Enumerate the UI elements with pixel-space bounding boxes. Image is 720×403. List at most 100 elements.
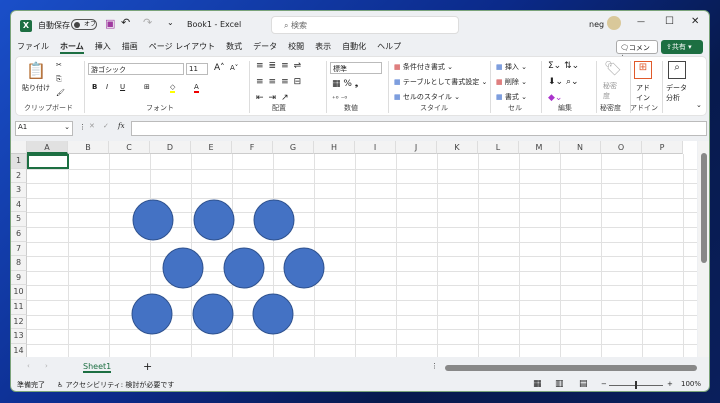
font-color-icon[interactable]: A [194,83,199,93]
horizontal-align-icons[interactable]: ≡≡≡⊟ [256,77,306,87]
insert-cells-button[interactable]: ▦ 挿入 ⌄ [496,62,527,72]
zoom-out-icon[interactable]: − [601,380,607,388]
tab-8[interactable]: 表示 [315,41,331,54]
bold-icon[interactable]: B [92,83,97,91]
tab-10[interactable]: ヘルプ [377,41,401,54]
excel-logo-icon: X [20,20,32,32]
name-box[interactable]: A1 ⌄ [15,121,73,136]
clear-icon[interactable]: ◆⌄ [548,93,562,103]
vertical-scrollbar[interactable] [698,141,709,357]
currency-percent-icons[interactable]: ▦ % ❟ [332,79,358,89]
circle-shape-7[interactable] [131,293,173,335]
vertical-scroll-thumb[interactable] [701,153,707,263]
maximize-icon[interactable]: ☐ [665,16,674,27]
circle-shape-4[interactable] [162,247,204,289]
tab-2[interactable]: 挿入 [95,41,111,54]
font-name-select[interactable]: 游ゴシック [88,63,184,75]
decrease-font-icon[interactable]: A˅ [230,64,238,72]
data-analysis-button[interactable]: データ分析 [666,83,688,103]
zoom-slider-thumb[interactable] [635,381,637,389]
comment-button[interactable]: 🗨コメント [616,40,658,62]
data-analysis-icon: ⌕ [668,61,686,79]
addins-button[interactable]: アドイン [636,83,652,103]
cut-icon[interactable]: ✂ [56,61,62,69]
close-icon[interactable]: ✕ [691,16,699,27]
sensitivity-button[interactable]: 秘密度 [603,81,619,101]
tab-7[interactable]: 校閲 [288,41,304,54]
circle-shape-3[interactable] [253,199,295,241]
add-sheet-icon[interactable]: + [143,360,152,373]
conditional-format-button[interactable]: ▦ 条件付き書式 ⌄ [394,62,453,72]
avatar[interactable] [607,16,621,30]
circle-shape-2[interactable] [193,199,235,241]
cancel-icon[interactable]: ✕ [89,122,95,130]
tab-1[interactable]: ホーム [60,41,84,54]
formula-input[interactable] [131,121,707,136]
redo-icon[interactable]: ↷ [143,16,152,29]
editing-group-label: 編集 [558,104,572,112]
alignment-icons[interactable]: ≡≣≡⇌ [256,61,306,71]
enter-icon[interactable]: ✓ [103,122,109,130]
tab-6[interactable]: データ [253,41,277,54]
accessibility-status[interactable]: ♿ アクセシビリティ: 検討が必要です [57,380,174,390]
tab-0[interactable]: ファイル [17,41,49,54]
borders-icon[interactable]: ⊞ [144,83,150,91]
autosave-toggle[interactable]: オフ [71,19,97,30]
ribbon-tabs: ファイル ホーム 挿入 描画 ページ レイアウト 数式 データ 校閲 表示 自動化 ヘルプ [17,41,401,54]
normal-view-icon[interactable]: ▦ [533,379,542,389]
save-icon[interactable]: ▣ [105,17,115,30]
alignment-group-label: 配置 [272,104,286,112]
cell-styles-button[interactable]: ▦ セルのスタイル ⌄ [394,92,460,102]
zoom-level[interactable]: 100% [681,380,701,388]
styles-group-label: スタイル [420,104,448,112]
customize-qat-icon[interactable]: ⌄ [167,18,174,27]
copy-icon[interactable]: ⎘ [56,75,62,84]
horizontal-scrollbar[interactable] [445,365,697,371]
font-size-select[interactable]: 11 [186,63,208,75]
circle-shape-6[interactable] [283,247,325,289]
shapes-layer [131,199,325,335]
tab-4[interactable]: ページ レイアウト [149,41,215,54]
share-button[interactable]: ⇪共有 ▾ [661,40,703,54]
formula-bar: A1 ⌄ ⋮ ✕ ✓ fx [15,119,707,137]
circle-shape-8[interactable] [192,293,234,335]
zoom-in-icon[interactable]: + [667,380,673,388]
sensitivity-group-label: 秘密度 [600,104,621,112]
format-painter-icon[interactable]: 🖌 [56,89,65,97]
sheet-tab-sheet1[interactable]: Sheet1 [83,362,112,373]
collapse-ribbon-icon[interactable]: ⌄ [696,101,702,109]
increase-font-icon[interactable]: A˄ [214,63,225,73]
worksheet-grid[interactable]: A B C D E F G H I J K L M N O P 1 2 3 4 5 6 7 8 9 10 11 12 13 14 [11,141,697,357]
paste-button[interactable]: 貼り付け [22,83,50,93]
search-placeholder: 検索 [291,21,308,30]
tab-9[interactable]: 自動化 [342,41,366,54]
decimal-icons[interactable]: ⁺⁰ ⁻⁰ [332,95,347,103]
undo-icon[interactable]: ↶ [121,16,130,29]
tab-3[interactable]: 描画 [122,41,138,54]
circle-shape-9[interactable] [252,293,294,335]
format-as-table-button[interactable]: ▦ テーブルとして書式設定 ⌄ [394,77,487,87]
page-layout-view-icon[interactable]: ▥ [555,379,564,389]
font-group-label: フォント [146,104,174,112]
delete-cells-button[interactable]: ▦ 削除 ⌄ [496,77,527,87]
italic-icon[interactable]: I [106,83,108,91]
underline-icon[interactable]: U [120,83,125,91]
autosum-sort-icons[interactable]: Σ⌄ ⇅⌄ [548,61,579,71]
format-cells-button[interactable]: ▦ 書式 ⌄ [496,92,527,102]
number-format-select[interactable]: 標準 [330,62,382,74]
prev-sheet-icon[interactable]: ‹ [27,362,30,370]
more-icon[interactable]: ⋮ [79,123,86,131]
insert-function-button[interactable]: fx [118,122,125,130]
search-box[interactable]: ⌕ 検索 [271,16,459,34]
fill-color-icon[interactable]: ◇ [170,83,176,93]
next-sheet-icon[interactable]: › [45,362,48,370]
tab-5[interactable]: 数式 [226,41,242,54]
circle-shape-5[interactable] [223,247,265,289]
more-icon[interactable]: ⋮ [431,362,438,370]
paste-icon[interactable]: 📋 [26,61,46,80]
fill-find-icons[interactable]: ⬇⌄ ⌕⌄ [548,77,579,87]
circle-shape-1[interactable] [132,199,174,241]
minimize-icon[interactable]: — [637,17,645,26]
page-break-view-icon[interactable]: ▤ [579,379,588,389]
indent-icons[interactable]: ⇤⇥↗ [256,93,294,103]
